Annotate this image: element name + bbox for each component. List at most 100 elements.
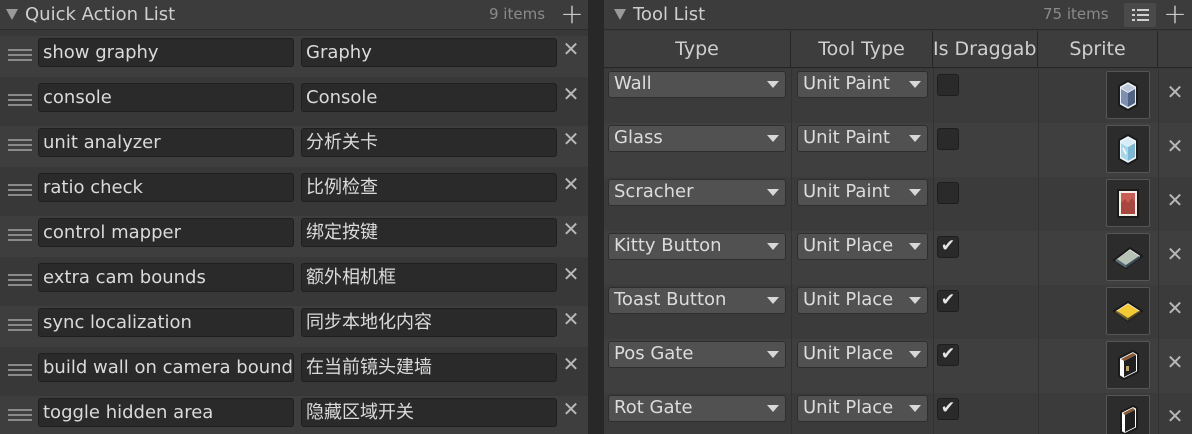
type-dropdown[interactable]: Pos Gate xyxy=(608,341,786,368)
remove-tool-button[interactable]: ✕ xyxy=(1166,297,1184,319)
type-dropdown[interactable]: Kitty Button xyxy=(608,233,786,260)
is-draggable-checkbox[interactable]: ✔ xyxy=(937,290,959,312)
drag-handle-icon[interactable] xyxy=(8,364,32,381)
type-dropdown[interactable]: Toast Button xyxy=(608,287,786,314)
is-draggable-checkbox[interactable]: ✔ xyxy=(937,344,959,366)
drag-handle-icon[interactable] xyxy=(8,319,32,336)
sprite-field[interactable] xyxy=(1106,179,1150,227)
sprite-field[interactable] xyxy=(1106,287,1150,335)
remove-item-button[interactable]: ✕ xyxy=(562,398,580,420)
command-field[interactable]: build wall on camera bound xyxy=(38,353,294,382)
command-field[interactable]: show graphy xyxy=(38,38,294,67)
command-field[interactable]: unit analyzer xyxy=(38,128,294,157)
quick-action-list-panel: Quick Action List 9 items + show graphy … xyxy=(0,0,588,434)
remove-tool-button[interactable]: ✕ xyxy=(1166,81,1184,103)
drag-handle-icon[interactable] xyxy=(8,184,32,201)
command-field[interactable]: control mapper xyxy=(38,218,294,247)
remove-item-button[interactable]: ✕ xyxy=(562,308,580,330)
remove-tool-button[interactable]: ✕ xyxy=(1166,351,1184,373)
command-field[interactable]: console xyxy=(38,83,294,112)
display-name-field[interactable]: Console xyxy=(301,83,557,112)
drag-handle-icon[interactable] xyxy=(8,94,32,111)
display-name-field[interactable]: 绑定按键 xyxy=(301,218,557,247)
remove-tool-button[interactable]: ✕ xyxy=(1166,135,1184,157)
drag-handle-icon[interactable] xyxy=(8,49,32,66)
drag-handle-icon[interactable] xyxy=(8,139,32,156)
remove-tool-button[interactable]: ✕ xyxy=(1166,243,1184,265)
type-dropdown[interactable]: Scracher xyxy=(608,179,786,206)
remove-item-button[interactable]: ✕ xyxy=(562,218,580,240)
display-name-field[interactable]: Graphy xyxy=(301,38,557,67)
scracher-sprite-icon xyxy=(1117,189,1139,218)
chevron-down-icon xyxy=(767,297,779,304)
remove-tool-button[interactable]: ✕ xyxy=(1166,189,1184,211)
quick-action-row: ratio check 比例检查 ✕ xyxy=(0,171,588,212)
tool-type-dropdown[interactable]: Unit Paint xyxy=(797,71,928,98)
remove-item-button[interactable]: ✕ xyxy=(562,353,580,375)
sprite-field[interactable] xyxy=(1106,71,1150,119)
sprite-field[interactable] xyxy=(1106,341,1150,389)
type-dropdown-value: Pos Gate xyxy=(614,343,694,364)
remove-tool-button[interactable]: ✕ xyxy=(1166,405,1184,427)
display-name-field[interactable]: 额外相机框 xyxy=(301,263,557,292)
tool-row: Pos Gate Unit Place ✔ ✕ xyxy=(604,339,1192,393)
drag-handle-icon[interactable] xyxy=(8,274,32,291)
quick-action-row: extra cam bounds 额外相机框 ✕ xyxy=(0,261,588,302)
wall-sprite-icon xyxy=(1118,79,1138,112)
foldout-arrow-icon[interactable] xyxy=(6,9,18,20)
remove-item-button[interactable]: ✕ xyxy=(562,128,580,150)
drag-handle-icon[interactable] xyxy=(8,409,32,426)
sprite-field[interactable] xyxy=(1106,125,1150,173)
is-draggable-checkbox[interactable] xyxy=(937,182,959,204)
is-draggable-checkbox[interactable]: ✔ xyxy=(937,236,959,258)
add-tool-button[interactable]: + xyxy=(1162,0,1188,29)
drag-handle-icon[interactable] xyxy=(8,229,32,246)
remove-item-button[interactable]: ✕ xyxy=(562,83,580,105)
tool-type-dropdown[interactable]: Unit Paint xyxy=(797,125,928,152)
tool-type-dropdown[interactable]: Unit Place xyxy=(797,233,928,260)
pos-gate-sprite-icon xyxy=(1118,349,1139,381)
type-dropdown[interactable]: Wall xyxy=(608,71,786,98)
quick-action-row: show graphy Graphy ✕ xyxy=(0,36,588,77)
remove-item-button[interactable]: ✕ xyxy=(562,263,580,285)
add-quick-action-button[interactable]: + xyxy=(559,0,585,29)
quick-action-row: toggle hidden area 隐藏区域开关 ✕ xyxy=(0,396,588,434)
command-field[interactable]: extra cam bounds xyxy=(38,263,294,292)
command-field[interactable]: toggle hidden area xyxy=(38,398,294,427)
quick-action-row: console Console ✕ xyxy=(0,81,588,122)
is-draggable-checkbox[interactable] xyxy=(937,74,959,96)
display-name-field[interactable]: 在当前镜头建墙 xyxy=(301,353,557,382)
column-header-tool-type[interactable]: Tool Type xyxy=(791,31,933,68)
display-name-field[interactable]: 分析关卡 xyxy=(301,128,557,157)
tool-type-dropdown[interactable]: Unit Place xyxy=(797,395,928,422)
display-name-field[interactable]: 隐藏区域开关 xyxy=(301,398,557,427)
tool-row: Scracher Unit Paint ✕ xyxy=(604,177,1192,231)
type-dropdown[interactable]: Rot Gate xyxy=(608,395,786,422)
tool-type-dropdown[interactable]: Unit Place xyxy=(797,341,928,368)
column-header-sprite[interactable]: Sprite xyxy=(1038,31,1158,68)
is-draggable-checkbox[interactable]: ✔ xyxy=(937,398,959,420)
command-field[interactable]: ratio check xyxy=(38,173,294,202)
tool-type-dropdown[interactable]: Unit Place xyxy=(797,287,928,314)
command-field[interactable]: sync localization xyxy=(38,308,294,337)
type-dropdown[interactable]: Glass xyxy=(608,125,786,152)
tool-type-dropdown-value: Unit Place xyxy=(803,235,894,256)
tool-type-dropdown-value: Unit Place xyxy=(803,397,894,418)
display-name-field[interactable]: 同步本地化内容 xyxy=(301,308,557,337)
column-header-type[interactable]: Type xyxy=(604,31,791,68)
foldout-arrow-icon[interactable] xyxy=(614,9,626,20)
type-dropdown-value: Toast Button xyxy=(614,289,727,310)
remove-item-button[interactable]: ✕ xyxy=(562,173,580,195)
remove-item-button[interactable]: ✕ xyxy=(562,38,580,60)
sprite-field[interactable] xyxy=(1106,233,1150,281)
tool-row: Wall Unit Paint ✕ xyxy=(604,69,1192,123)
is-draggable-checkbox[interactable] xyxy=(937,128,959,150)
column-header-is-draggable[interactable]: Is Draggable xyxy=(933,31,1038,68)
display-name-field[interactable]: 比例检查 xyxy=(301,173,557,202)
sprite-field[interactable] xyxy=(1106,395,1150,434)
tool-type-dropdown[interactable]: Unit Paint xyxy=(797,179,928,206)
type-dropdown-value: Scracher xyxy=(614,181,694,202)
quick-action-row: control mapper 绑定按键 ✕ xyxy=(0,216,588,257)
quick-action-list-title: Quick Action List xyxy=(25,4,176,25)
list-view-icon[interactable] xyxy=(1124,3,1156,27)
